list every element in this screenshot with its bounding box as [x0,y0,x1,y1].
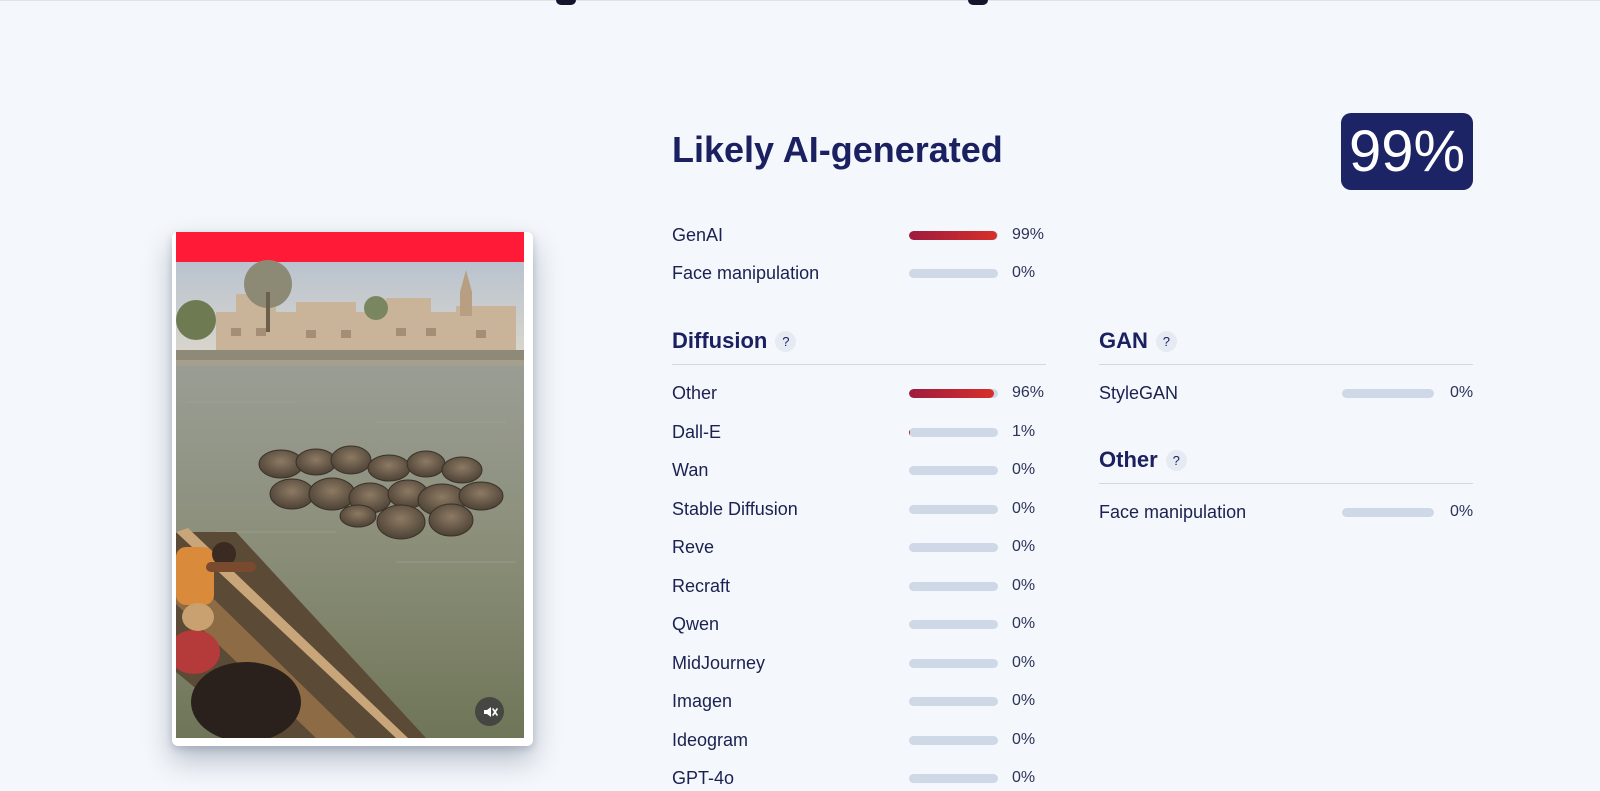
detector-score: 1% [1012,422,1036,440]
summary-row: Face manipulation 0% [672,260,1072,286]
diffusion-row: Wan 0% [672,457,1072,483]
detector-label: Face manipulation [672,263,820,283]
section-title: GAN [1099,328,1148,353]
question-mark-icon[interactable]: ? [1155,331,1177,352]
probability-bar-track [909,774,998,783]
probability-bar-fill [909,231,998,240]
detector-label: Reve [672,537,715,557]
detector-label: Face manipulation [1099,502,1247,522]
mute-toggle-button[interactable] [475,697,504,726]
clipped-heading-fragment [968,0,988,5]
probability-bar-track [909,581,998,591]
media-preview-card [172,232,533,746]
detector-label: Stable Diffusion [672,498,798,519]
section-title: Other [1099,447,1158,472]
probability-bar-track [1342,508,1434,517]
diffusion-row: GPT-4o 0% [672,765,1072,791]
diffusion-row: Recraft 0% [672,573,1072,599]
probability-bar-track [909,466,998,475]
probability-bar-track [909,269,998,278]
section-divider [672,364,1046,365]
detector-label: Other [672,383,718,403]
section-title: Diffusion [672,328,768,353]
section-divider [1099,483,1473,484]
video-thumbnail [176,232,524,738]
diffusion-row: Qwen 0% [672,611,1072,637]
overall-score-badge: 99% [1341,113,1473,190]
detector-score: 0% [1012,730,1036,748]
detector-score: 0% [1450,503,1474,520]
probability-bar-fill [909,427,910,437]
detector-label: MidJourney [672,652,766,673]
probability-bar-track [909,697,998,706]
probability-bar-fill [909,389,995,398]
detector-label: GPT-4o [672,768,735,788]
probability-bar-track [1342,389,1434,398]
detector-score: 0% [1012,692,1036,709]
detector-label: GenAI [672,225,724,245]
detector-score: 0% [1012,538,1036,555]
detector-score: 0% [1012,461,1036,478]
probability-bar-track [909,427,998,437]
probability-bar-track [909,735,998,745]
detector-score: 0% [1012,615,1036,632]
summary-row: GenAI 99% [672,222,1072,248]
speaker-muted-icon [483,706,498,717]
detector-label: Ideogram [672,729,749,750]
diffusion-row: Reve 0% [672,534,1072,560]
detector-score: 99% [1012,226,1045,243]
probability-bar-track [909,620,998,629]
probability-bar-track [909,231,998,240]
detector-score: 0% [1450,384,1474,401]
detector-label: Recraft [672,575,731,596]
other-row: Face manipulation 0% [1099,499,1510,525]
detector-label: Qwen [672,614,720,634]
detector-label: Dall-E [672,421,722,442]
detector-score: 0% [1012,769,1036,786]
section-divider [1099,364,1473,365]
diffusion-row: MidJourney 0% [672,650,1072,676]
probability-bar-track [909,543,998,552]
detector-score: 0% [1012,576,1036,594]
detector-score: 0% [1012,499,1036,517]
detector-score: 0% [1012,653,1036,671]
clipped-heading-fragment [556,0,576,5]
section-header-other: Other? [1099,445,1473,475]
detector-score: 0% [1012,264,1036,281]
probability-bar-track [909,658,998,668]
question-mark-icon[interactable]: ? [1165,450,1187,471]
video-frame[interactable] [176,232,524,738]
detector-label: Imagen [672,691,733,711]
section-header-diffusion: Diffusion? [672,326,1046,356]
diffusion-row: Imagen 0% [672,688,1072,714]
detector-label: Wan [672,460,709,480]
detector-score: 96% [1012,384,1045,401]
detector-label: StyleGAN [1099,383,1179,403]
question-mark-icon[interactable]: ? [775,331,797,352]
probability-bar-track [909,389,998,398]
top-divider [0,0,1600,1]
diffusion-row: Ideogram 0% [672,727,1072,753]
diffusion-row: Stable Diffusion 0% [672,496,1072,522]
probability-bar-track [909,504,998,514]
diffusion-row: Dall-E 1% [672,419,1072,445]
verdict-title: Likely AI-generated [672,129,1003,170]
gan-row: StyleGAN 0% [1099,380,1510,406]
diffusion-row: Other 96% [672,380,1072,406]
section-header-gan: GAN? [1099,326,1473,356]
